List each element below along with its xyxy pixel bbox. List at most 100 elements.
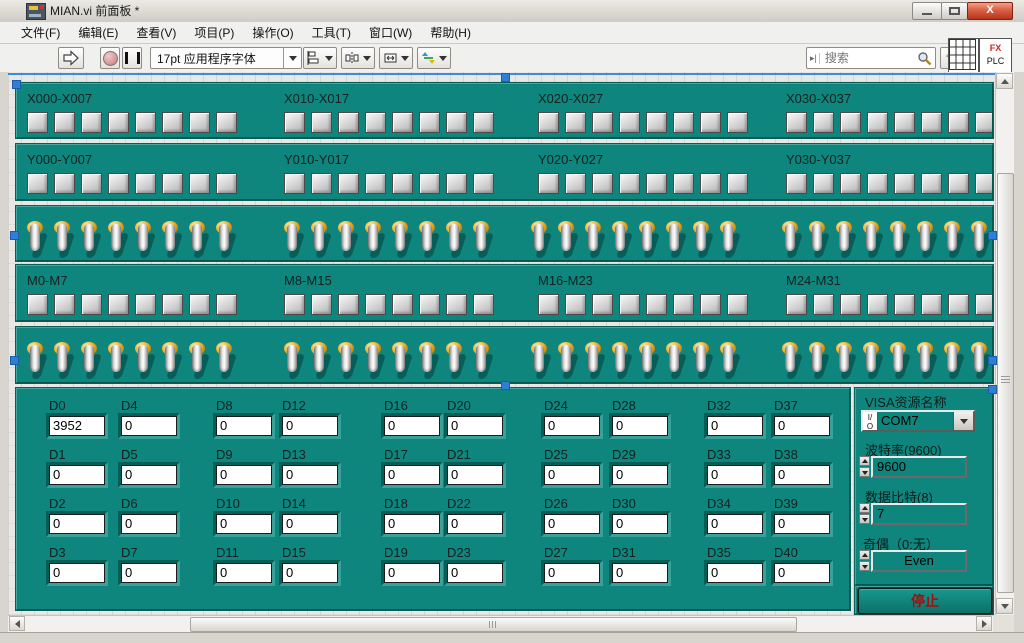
horizontal-scroll-thumb[interactable] — [190, 617, 797, 632]
toggle-switch[interactable] — [782, 341, 800, 381]
d-register-value[interactable]: 3952 — [49, 416, 105, 436]
d-register-value[interactable]: 0 — [384, 563, 440, 583]
close-button[interactable]: X — [967, 2, 1013, 20]
menu-item[interactable]: 窗口(W) — [360, 22, 421, 43]
d-register-value[interactable]: 0 — [121, 465, 177, 485]
maximize-button[interactable] — [941, 2, 968, 20]
d-register-value[interactable]: 0 — [707, 514, 763, 534]
toggle-switch[interactable] — [473, 220, 491, 260]
combo-dropdown-button[interactable] — [953, 412, 973, 430]
toggle-switch[interactable] — [81, 220, 99, 260]
d-register-value[interactable]: 0 — [612, 563, 668, 583]
d-register-value[interactable]: 0 — [707, 416, 763, 436]
d-register-value[interactable]: 0 — [544, 465, 600, 485]
resize-objects-button[interactable] — [379, 47, 413, 69]
run-button[interactable] — [58, 47, 84, 69]
toggle-switch[interactable] — [693, 341, 711, 381]
d-register-value[interactable]: 0 — [612, 465, 668, 485]
toggle-switch[interactable] — [216, 341, 234, 381]
toggle-switch[interactable] — [836, 220, 854, 260]
d-register-value[interactable]: 0 — [447, 465, 503, 485]
toggle-switch[interactable] — [558, 220, 576, 260]
reorder-objects-button[interactable] — [417, 47, 451, 69]
align-objects-button[interactable] — [303, 47, 337, 69]
menu-item[interactable]: 项目(P) — [185, 22, 243, 43]
parity-field[interactable]: Even — [871, 550, 967, 572]
scroll-down-button[interactable] — [996, 598, 1013, 614]
toggle-switch[interactable] — [890, 341, 908, 381]
toggle-switch[interactable] — [612, 220, 630, 260]
toggle-switch[interactable] — [473, 341, 491, 381]
toggle-switch[interactable] — [419, 341, 437, 381]
baud-rate-field[interactable]: 9600 — [871, 456, 967, 478]
connector-pane-icon[interactable] — [948, 38, 979, 73]
d-register-value[interactable]: 0 — [612, 416, 668, 436]
parity-spinner[interactable] — [859, 550, 870, 572]
d-register-value[interactable]: 0 — [447, 416, 503, 436]
menu-item[interactable]: 编辑(E) — [69, 22, 127, 43]
toggle-switch[interactable] — [836, 341, 854, 381]
abort-button[interactable] — [100, 47, 120, 69]
d-register-value[interactable]: 0 — [282, 514, 338, 534]
selection-handle[interactable] — [501, 73, 510, 82]
scroll-left-button[interactable] — [9, 616, 25, 631]
toggle-switch[interactable] — [971, 220, 989, 260]
menu-item[interactable]: 帮助(H) — [421, 22, 480, 43]
d-register-value[interactable]: 0 — [49, 514, 105, 534]
toggle-switch[interactable] — [863, 341, 881, 381]
increment-icon[interactable] — [859, 550, 870, 560]
data-bits-spinner[interactable] — [859, 503, 870, 525]
toggle-switch[interactable] — [365, 220, 383, 260]
decrement-icon[interactable] — [859, 561, 870, 571]
toggle-switch[interactable] — [558, 341, 576, 381]
toggle-switch[interactable] — [890, 220, 908, 260]
toggle-switch[interactable] — [419, 220, 437, 260]
toggle-switch[interactable] — [666, 220, 684, 260]
selection-handle[interactable] — [10, 356, 19, 365]
toggle-switch[interactable] — [720, 341, 738, 381]
decrement-icon[interactable] — [859, 467, 870, 477]
stop-button[interactable]: 停止 — [858, 588, 992, 614]
font-selector[interactable]: 17pt 应用程序字体 — [150, 47, 302, 69]
toggle-switch[interactable] — [531, 220, 549, 260]
d-register-value[interactable]: 0 — [774, 514, 830, 534]
d-register-value[interactable]: 0 — [544, 563, 600, 583]
d-register-value[interactable]: 0 — [384, 465, 440, 485]
toggle-switch[interactable] — [585, 220, 603, 260]
toggle-switch[interactable] — [365, 341, 383, 381]
d-register-value[interactable]: 0 — [121, 563, 177, 583]
toggle-switch[interactable] — [216, 220, 234, 260]
toggle-switch[interactable] — [27, 341, 45, 381]
d-register-value[interactable]: 0 — [49, 563, 105, 583]
toggle-switch[interactable] — [284, 341, 302, 381]
toggle-switch[interactable] — [284, 220, 302, 260]
selection-handle[interactable] — [988, 385, 997, 394]
search-history-icon[interactable]: ▸| — [810, 53, 820, 64]
scroll-up-button[interactable] — [996, 73, 1013, 89]
toggle-switch[interactable] — [944, 341, 962, 381]
d-register-value[interactable]: 0 — [121, 514, 177, 534]
toggle-switch[interactable] — [311, 220, 329, 260]
distribute-objects-button[interactable] — [341, 47, 375, 69]
pause-button[interactable] — [122, 47, 142, 69]
search-box[interactable]: ▸| — [806, 47, 936, 69]
d-register-value[interactable]: 0 — [612, 514, 668, 534]
d-register-value[interactable]: 0 — [216, 416, 272, 436]
menu-item[interactable]: 工具(T) — [303, 22, 360, 43]
toggle-switch[interactable] — [108, 341, 126, 381]
toggle-switch[interactable] — [782, 220, 800, 260]
d-register-value[interactable]: 0 — [774, 563, 830, 583]
d-register-value[interactable]: 0 — [216, 563, 272, 583]
toggle-switch[interactable] — [338, 341, 356, 381]
vi-icon-editor[interactable]: FX PLC — [979, 38, 1012, 73]
toggle-switch[interactable] — [863, 220, 881, 260]
toggle-switch[interactable] — [392, 220, 410, 260]
selection-handle[interactable] — [501, 381, 510, 390]
menu-item[interactable]: 操作(O) — [243, 22, 302, 43]
toggle-switch[interactable] — [971, 341, 989, 381]
toggle-switch[interactable] — [135, 341, 153, 381]
toggle-switch[interactable] — [446, 341, 464, 381]
toggle-switch[interactable] — [54, 341, 72, 381]
d-register-value[interactable]: 0 — [49, 465, 105, 485]
toggle-switch[interactable] — [809, 220, 827, 260]
